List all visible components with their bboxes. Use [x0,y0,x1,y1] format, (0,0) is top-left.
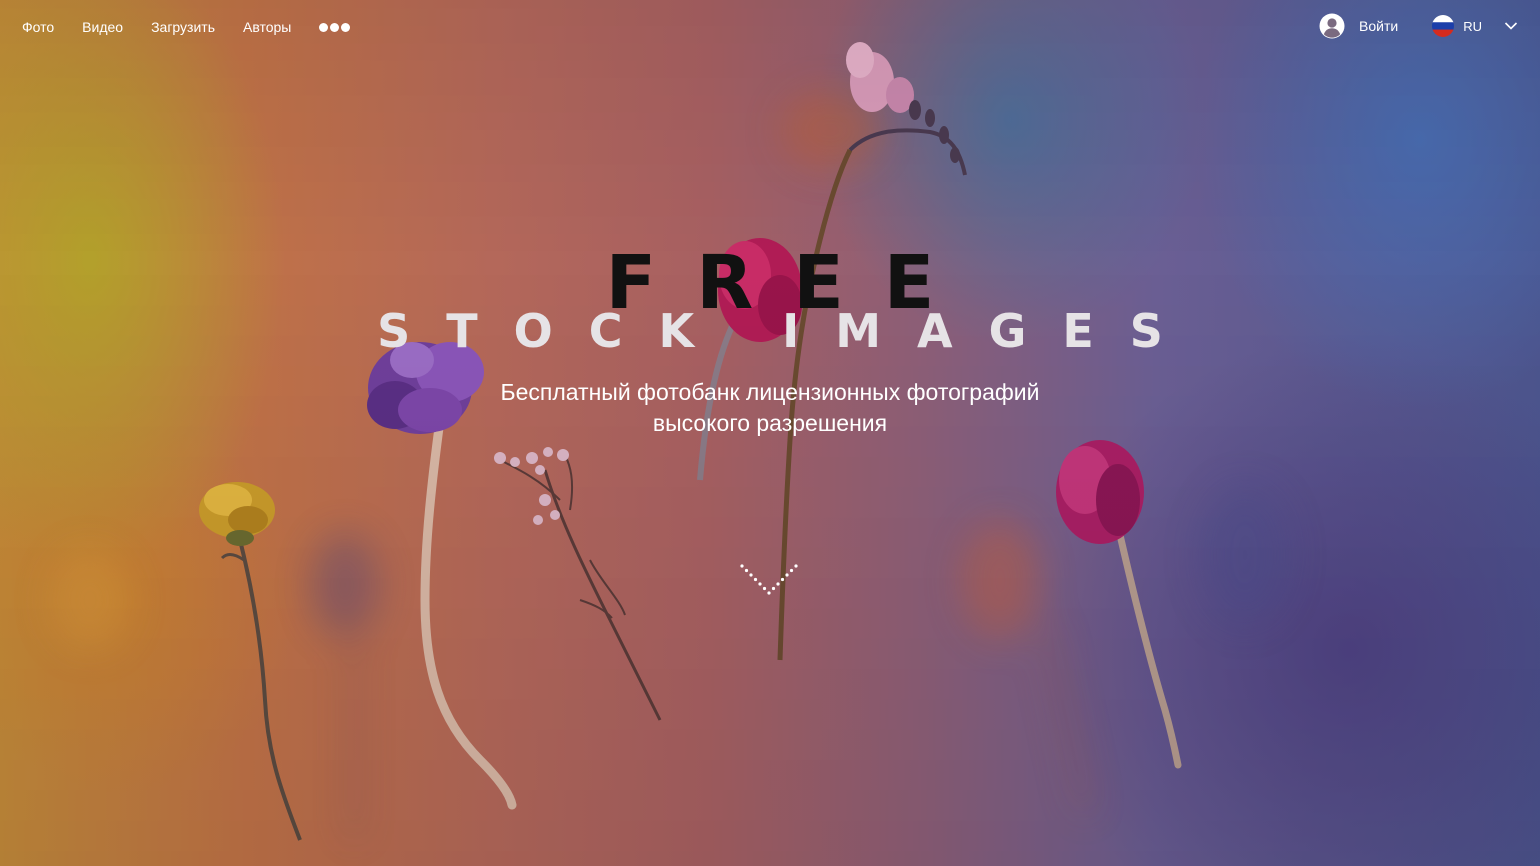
language-code: RU [1463,18,1482,34]
hero-title-stock-images: STOCK IMAGES [377,304,1199,358]
three-dots-icon [341,22,351,32]
login-label: Войти [1359,18,1399,34]
hero-subtitle: Бесплатный фотобанк лицензионных фотогра… [0,377,1540,439]
pink-tulip [1056,440,1144,544]
user-icon [1319,13,1345,39]
three-dots-icon [330,22,340,32]
hero-background: Фото Видео Загрузить Авторы Войти RU FRE… [0,0,1540,866]
yellow-flower [199,482,275,546]
nav-link-authors[interactable]: Авторы [243,18,291,36]
wildflower [499,454,662,721]
chevron-down-icon [1504,22,1518,30]
top-navigation: Фото Видео Загрузить Авторы Войти RU [0,0,1540,54]
user-controls: Войти RU [1319,13,1518,39]
dotted-chevron-down-icon[interactable] [738,562,802,602]
nav-link-video[interactable]: Видео [82,18,123,36]
nav-link-upload[interactable]: Загрузить [151,18,215,36]
more-menu-button[interactable] [319,18,351,36]
login-button[interactable]: Войти [1319,13,1398,39]
russia-flag-icon [1432,15,1455,37]
hero-subtitle-line2: высокого разрешения [652,410,888,436]
nav-link-photo[interactable]: Фото [22,18,54,36]
language-selector[interactable]: RU [1432,15,1518,37]
main-menu: Фото Видео Загрузить Авторы [22,18,351,36]
three-dots-icon [319,22,329,32]
hero-subtitle-line1: Бесплатный фотобанк лицензионных фотогра… [500,379,1040,405]
